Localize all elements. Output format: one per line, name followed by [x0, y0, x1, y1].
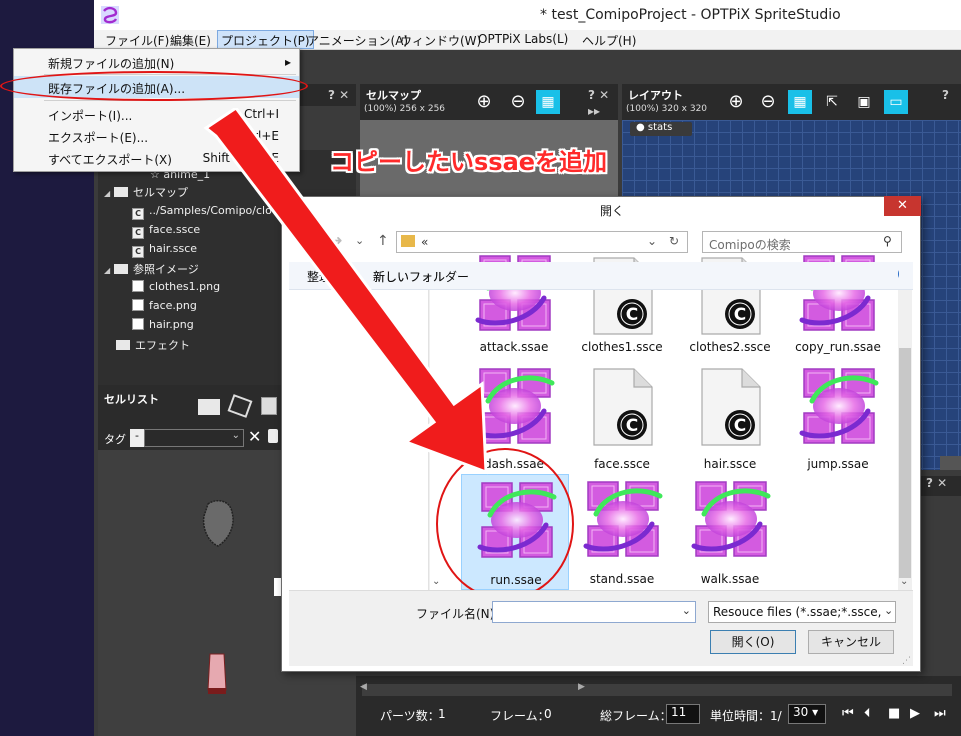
unit-time-select[interactable]: 30 ▾ [788, 704, 826, 724]
zoom-in-icon[interactable]: ⊕ [724, 90, 748, 114]
menu-bar: ファイル(F) 編集(E) プロジェクト(P) アニメーション(A) ウィンドウ… [94, 30, 961, 50]
scroll-right-icon[interactable]: ▶ [578, 682, 585, 692]
background-toggle-icon[interactable]: ▭ [884, 90, 908, 114]
unit-time-label: 単位時間：1/ [710, 709, 782, 723]
menu-edit[interactable]: 編集(E) [167, 32, 214, 49]
file-item-hair-ssce[interactable]: hair.ssce [676, 361, 784, 479]
grid-toggle-icon[interactable]: ▦ [788, 90, 812, 114]
ssae-file-icon [690, 476, 772, 562]
image-file-icon [132, 318, 144, 330]
file-type-select[interactable]: Resouce files (*.ssae;*.ssce, [708, 601, 896, 623]
cancel-button[interactable]: キャンセル [808, 630, 894, 654]
cellmap-title: セルマップ [366, 89, 421, 102]
timeline-bar: ◀ ▶ パーツ数： 1 フレーム： 0 総フレーム： 11 単位時間：1/ 30… [356, 676, 961, 736]
tree-item-face-png[interactable]: face.png [132, 299, 197, 312]
timeline-panel-close-icon[interactable]: ? ✕ [920, 476, 961, 496]
ssae-file-icon [582, 476, 664, 562]
tree-folder-cellmap[interactable]: ◢ セルマップ [104, 184, 188, 200]
tag-minus-box[interactable]: - [130, 429, 144, 447]
panel-pin-close-icon[interactable]: ? ✕ [328, 88, 349, 102]
submenu-arrow-icon: ▸ [284, 55, 291, 69]
play-icon[interactable]: ▶ [910, 706, 920, 721]
frame-label: フレーム： [490, 709, 550, 723]
open-button[interactable]: 開く(O) [710, 630, 796, 654]
cell-list-title: セルリスト [104, 393, 159, 406]
cellmap-close-icon[interactable]: ? ✕ [588, 88, 609, 102]
image-file-icon [132, 299, 144, 311]
filename-input[interactable]: ⌄ [492, 601, 696, 623]
tree-folder-reference[interactable]: ◢ 参照イメージ [104, 261, 199, 277]
scroll-left-icon[interactable]: ◀ [360, 682, 367, 692]
zoom-out-icon[interactable]: ⊖ [756, 90, 780, 114]
tree-item-face-ssce[interactable]: Cface.ssce [132, 223, 200, 239]
folder-icon [114, 264, 128, 274]
file-item-face-ssce[interactable]: face.ssce [568, 361, 676, 479]
menu-file[interactable]: ファイル(F) [102, 32, 172, 49]
ssae-file-icon [798, 363, 880, 449]
stop-icon[interactable]: ■ [888, 706, 900, 721]
file-item-walk-ssae[interactable]: walk.ssae [676, 474, 784, 592]
resize-grip-icon[interactable]: ⋰ [902, 656, 911, 666]
layout-info: (100%) 320 x 320 [626, 104, 708, 114]
tag-label: タグ [104, 433, 126, 446]
timeline-scroll-track[interactable] [362, 684, 952, 696]
total-frame-input[interactable]: 11 [666, 704, 700, 724]
parts-label: パーツ数： [380, 709, 440, 723]
ssce-file-icon: C [132, 246, 144, 258]
collapse-arrow-icon[interactable]: ◢ [104, 266, 114, 275]
dialog-title: 開く [600, 204, 625, 218]
grid-toggle-icon[interactable]: ▦ [536, 90, 560, 114]
filename-dropdown-icon[interactable]: ⌄ [682, 604, 691, 617]
menu-help[interactable]: ヘルプ(H) [579, 32, 639, 49]
cell-sprite-body[interactable] [204, 652, 230, 696]
scroll-down-icon[interactable]: ⌄ [432, 576, 440, 587]
folder-icon [116, 340, 130, 350]
frame-icon[interactable]: ▣ [852, 90, 876, 114]
menu-window[interactable]: ウィンドウ(W) [397, 32, 484, 49]
folder-icon [114, 187, 128, 197]
project-panel-header: ? ✕ [300, 84, 356, 106]
fit-view-icon[interactable]: ⇱ [820, 90, 844, 114]
highlight-ellipse-annotation [0, 71, 308, 101]
app-logo-icon [101, 6, 119, 24]
file-item-stand-ssae[interactable]: stand.ssae [568, 474, 676, 592]
ssce-file-icon: C [132, 208, 144, 220]
first-frame-icon[interactable]: ⏮ [842, 706, 854, 721]
stats-tab[interactable]: ● stats [630, 122, 692, 136]
tree-item-hair-png[interactable]: hair.png [132, 318, 194, 331]
menu-item-new-file[interactable]: 新規ファイルの追加(N) ▸ [14, 51, 299, 73]
layout-scrollbar[interactable] [940, 456, 961, 470]
window-title: * test_ComipoProject - OPTPiX SpriteStud… [540, 7, 841, 23]
ssce-file-icon: C [132, 227, 144, 239]
cellmap-expand-icon[interactable]: ▸▸ [588, 104, 600, 118]
frame-value: 0 [544, 707, 552, 721]
layout-panel-header: レイアウト (100%) 320 x 320 ⊕ ⊖ ▦ ⇱ ▣ ▭ ? [622, 84, 961, 120]
prev-frame-icon[interactable]: ⏴ [864, 706, 871, 721]
dialog-close-button[interactable]: ✕ [884, 196, 921, 216]
menu-project[interactable]: プロジェクト(P) [217, 30, 314, 49]
tree-folder-effect[interactable]: エフェクト [116, 337, 190, 353]
parts-value: 1 [438, 707, 446, 721]
file-item-jump-ssae[interactable]: jump.ssae [784, 361, 892, 479]
menu-animation[interactable]: アニメーション(A) [304, 32, 411, 49]
menu-optpix-labs[interactable]: OPTPiX Labs(L) [475, 32, 571, 46]
filename-label: ファイル名(N): [416, 607, 499, 621]
cell-sprite-hair[interactable] [198, 498, 238, 550]
image-file-icon [132, 280, 144, 292]
next-frame-icon[interactable]: ⏭ [934, 706, 946, 721]
annotation-text: コピーしたいssaeを追加 [330, 148, 608, 176]
file-list-scroll-thumb[interactable] [899, 348, 911, 578]
ssce-file-icon [590, 367, 654, 447]
ssce-file-icon [698, 367, 762, 447]
layout-close-icon[interactable]: ? [942, 88, 949, 102]
scroll-down-icon[interactable]: ⌄ [900, 576, 908, 587]
total-frame-label: 総フレーム： [600, 709, 672, 723]
layout-title: レイアウト [628, 89, 683, 102]
file-type-dropdown-icon[interactable]: ⌄ [884, 604, 893, 617]
collapse-arrow-icon[interactable]: ◢ [104, 189, 114, 198]
tree-item-hair-ssce[interactable]: Chair.ssce [132, 242, 197, 258]
